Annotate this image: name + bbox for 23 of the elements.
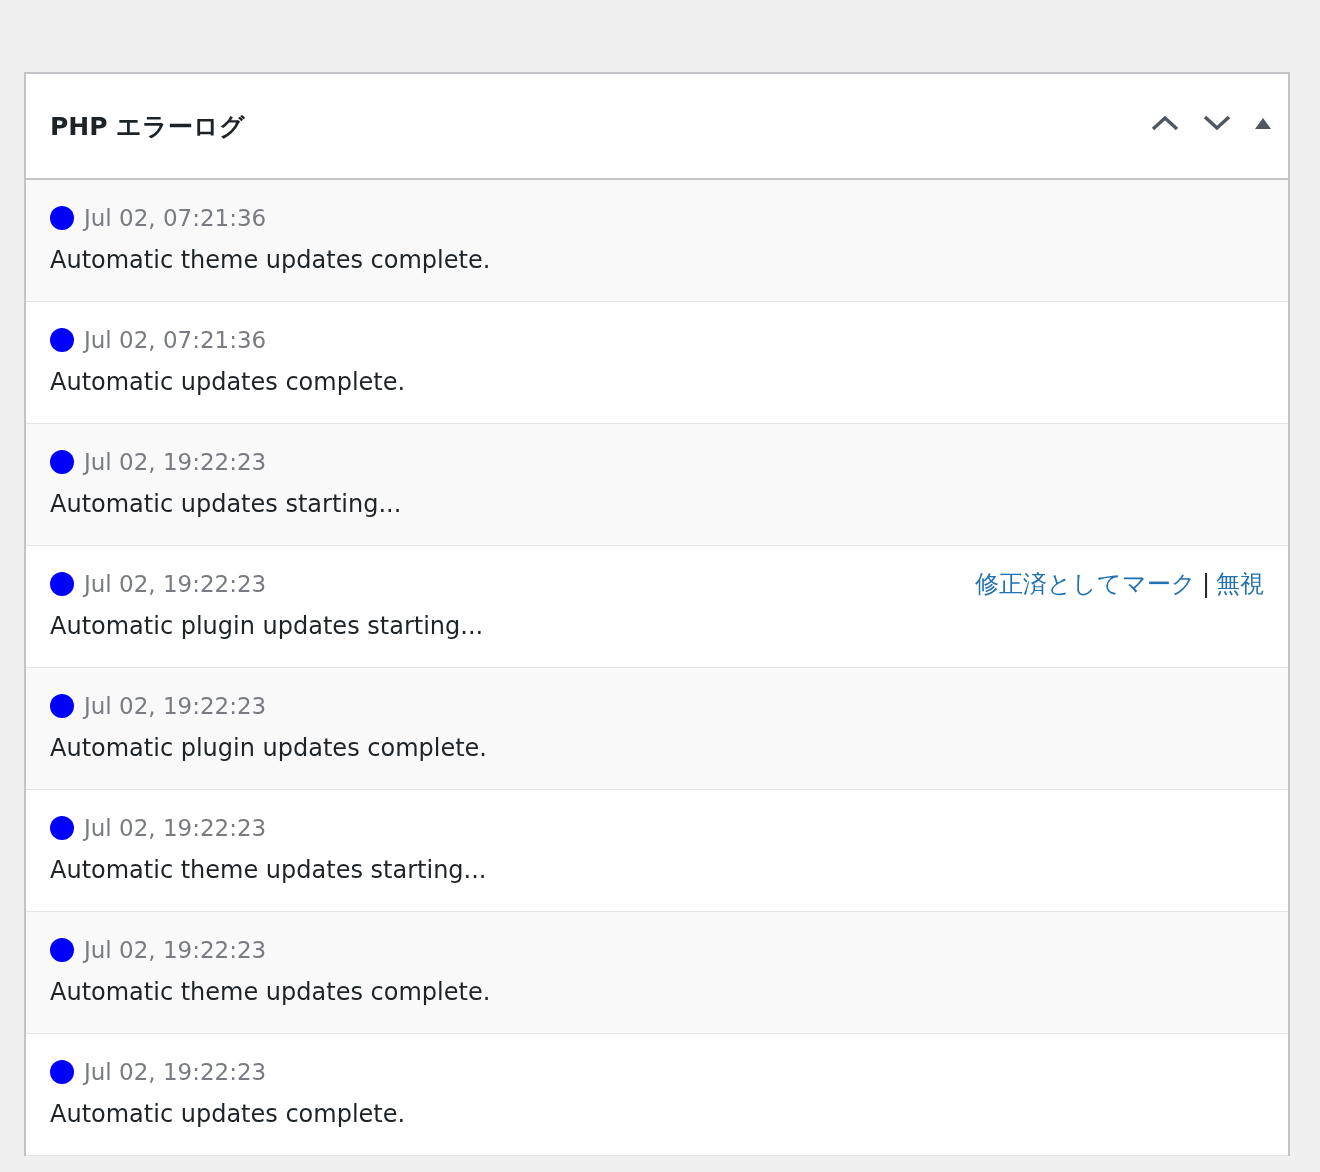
entry-time: Jul 02, 19:22:23 bbox=[84, 1059, 267, 1085]
entry-message: Automatic updates complete. bbox=[50, 368, 407, 396]
entry-time: Jul 02, 19:22:23 bbox=[84, 449, 267, 475]
entry-message: Automatic theme updates starting... bbox=[50, 856, 488, 884]
entry-time: Jul 02, 19:22:23 bbox=[84, 693, 267, 719]
widget-title: PHP エラーログ bbox=[50, 110, 246, 143]
entry-message: Automatic theme updates complete. bbox=[50, 978, 492, 1006]
triangle-up-icon bbox=[1254, 116, 1272, 130]
entry-message: Automatic plugin updates starting... bbox=[50, 612, 485, 640]
chevron-down-icon bbox=[1202, 113, 1232, 133]
entry-message: Automatic theme updates complete. bbox=[50, 246, 492, 274]
mark-fixed-link[interactable]: 修正済としてマーク bbox=[974, 568, 1196, 600]
entry-time: Jul 02, 07:21:36 bbox=[84, 327, 267, 353]
entry-time: Jul 02, 19:22:23 bbox=[84, 571, 267, 597]
chevron-up-icon bbox=[1150, 113, 1180, 133]
entry-time: Jul 02, 07:21:36 bbox=[84, 205, 267, 231]
entry-time: Jul 02, 19:22:23 bbox=[84, 937, 267, 963]
ignore-link[interactable]: 無視 bbox=[1216, 568, 1264, 600]
separator: | bbox=[1201, 570, 1210, 598]
entry-message: Automatic updates complete. bbox=[50, 1100, 407, 1128]
entry-time: Jul 02, 19:22:23 bbox=[84, 815, 267, 841]
entry-message: Automatic plugin updates complete. bbox=[50, 734, 488, 762]
entry-message: Automatic updates starting... bbox=[50, 490, 403, 518]
